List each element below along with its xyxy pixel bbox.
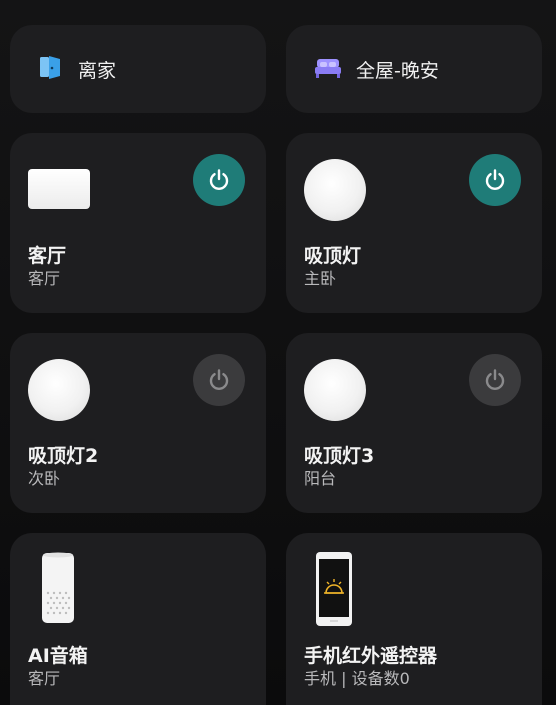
device-name: 手机红外遥控器: [304, 645, 438, 667]
power-toggle-button[interactable]: [193, 154, 245, 206]
device-room: 客厅: [28, 269, 61, 288]
ceiling-lamp-icon: [304, 359, 366, 421]
device-room: 主卧: [304, 269, 337, 288]
scene-label: 全屋-晚安: [356, 59, 439, 82]
scene-good-night[interactable]: 全屋-晚安: [286, 25, 542, 113]
power-icon: [209, 369, 229, 391]
device-name: 客厅: [28, 245, 67, 267]
device-card-ceiling-lamp[interactable]: 吸顶灯 主卧: [286, 133, 542, 313]
scene-label: 离家: [78, 59, 117, 82]
device-name: 吸顶灯2: [28, 445, 99, 467]
door-icon: [38, 54, 64, 84]
device-card-phone-ir-remote[interactable]: 手机红外遥控器 手机 | 设备数0: [286, 533, 542, 705]
scene-leave-home[interactable]: 离家: [10, 25, 266, 113]
power-icon: [485, 169, 505, 191]
device-room: 阳台: [304, 469, 337, 488]
device-room: 次卧: [28, 469, 61, 488]
power-toggle-button[interactable]: [469, 154, 521, 206]
smart-home-device-grid: 离家 全屋-晚安 客厅 客厅 吸顶灯 主卧 吸顶灯2 次卧 吸顶灯3 阳台 AI…: [0, 0, 556, 705]
device-card-ceiling-lamp-2[interactable]: 吸顶灯2 次卧: [10, 333, 266, 513]
device-name: 吸顶灯: [304, 245, 362, 267]
device-card-living-room[interactable]: 客厅 客厅: [10, 133, 266, 313]
ceiling-lamp-icon: [304, 159, 366, 221]
device-card-ai-speaker[interactable]: AI音箱 客厅: [10, 533, 266, 705]
device-room: 手机 | 设备数0: [304, 669, 410, 688]
power-toggle-button[interactable]: [469, 354, 521, 406]
power-toggle-button[interactable]: [193, 354, 245, 406]
device-name: AI音箱: [28, 645, 88, 667]
device-room: 客厅: [28, 669, 61, 688]
power-icon: [209, 169, 229, 191]
light-panel-icon: [28, 169, 90, 209]
ceiling-lamp-icon: [28, 359, 90, 421]
bed-icon: [314, 54, 342, 84]
power-icon: [485, 369, 505, 391]
speaker-icon: [38, 551, 78, 629]
phone-remote-icon: [314, 551, 354, 631]
device-card-ceiling-lamp-3[interactable]: 吸顶灯3 阳台: [286, 333, 542, 513]
device-name: 吸顶灯3: [304, 445, 375, 467]
